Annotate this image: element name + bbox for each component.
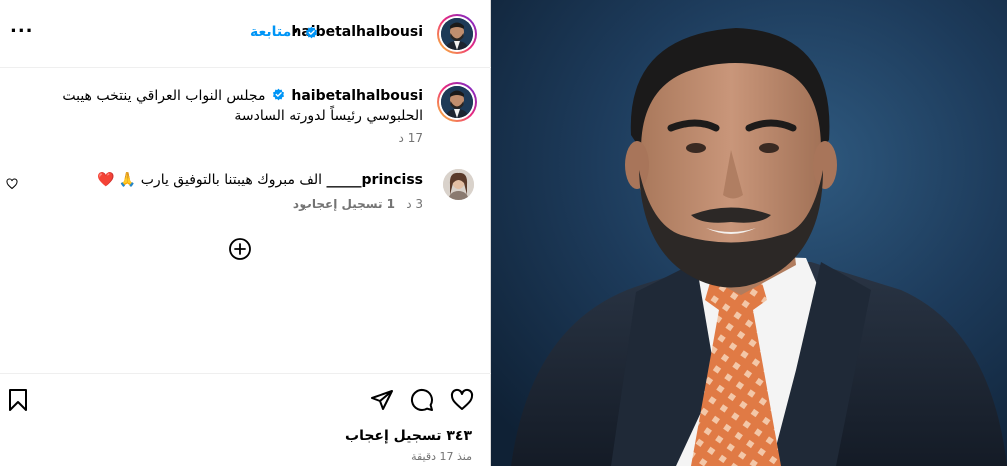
profile-photo xyxy=(441,18,473,50)
caption-avatar[interactable] xyxy=(437,82,477,122)
profile-photo xyxy=(441,86,473,118)
comment-heart-icon[interactable] xyxy=(6,178,18,190)
comment-button[interactable] xyxy=(410,388,434,412)
share-button[interactable] xyxy=(370,388,394,412)
likes-count[interactable]: ٣٤٣ تسجيل إعجاب xyxy=(345,428,472,444)
header-separator: • xyxy=(291,24,300,40)
portrait-photo xyxy=(491,0,1007,466)
caption-username[interactable]: haibetalhalbousi xyxy=(291,88,423,104)
comment-likes[interactable]: 1 تسجيل إعجاب xyxy=(300,197,395,211)
like-button[interactable] xyxy=(450,388,474,412)
more-options-icon[interactable]: ... xyxy=(10,18,34,36)
header-divider xyxy=(0,67,491,68)
post-details-panel: haibetalhalbousi • متابعة ... haibetalha… xyxy=(0,0,491,466)
comment-text: الف مبروك هيبتنا بالتوفيق يارب 🙏 ❤️ xyxy=(96,172,323,188)
post-image[interactable] xyxy=(491,0,1007,466)
comment-time[interactable]: 3 د xyxy=(406,197,423,211)
commenter-photo xyxy=(443,169,474,200)
comment-body: princiss_____ الف مبروك هيبتنا بالتوفيق … xyxy=(43,170,423,190)
verified-badge-icon xyxy=(272,88,284,101)
comment-reply-button[interactable]: رد xyxy=(293,197,306,211)
post-timestamp[interactable]: منذ 17 دقيقة xyxy=(411,450,472,463)
comment-username[interactable]: princiss_____ xyxy=(327,172,423,188)
follow-button[interactable]: متابعة xyxy=(250,24,291,40)
actions-divider xyxy=(0,373,491,374)
load-more-comments-icon[interactable] xyxy=(228,237,252,261)
caption-time[interactable]: 17 د xyxy=(399,131,423,145)
header-avatar[interactable] xyxy=(437,14,477,54)
save-button[interactable] xyxy=(6,388,30,412)
post-caption: haibetalhalbousi مجلس النواب العراقي ينت… xyxy=(13,86,423,126)
verified-badge-icon xyxy=(305,26,318,39)
comment-avatar[interactable] xyxy=(443,169,474,200)
